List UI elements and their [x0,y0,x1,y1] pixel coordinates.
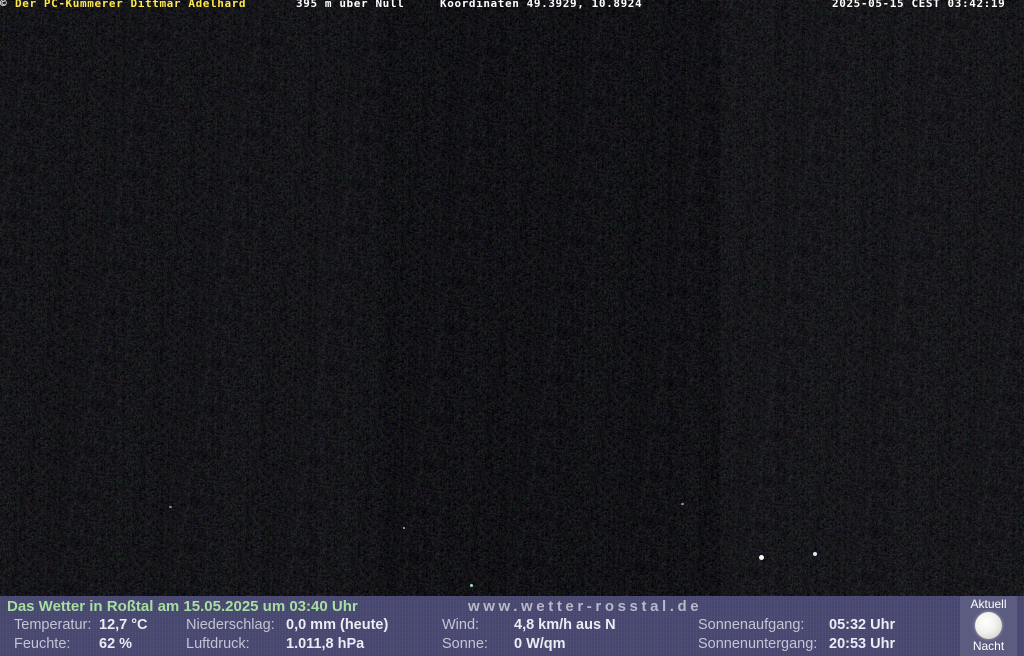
wind-label: Wind: [442,617,480,633]
weather-title: Das Wetter in Roßtal am 15.05.2025 um 03… [7,598,358,615]
moon-bottom-label: Nacht [972,639,1005,653]
distant-light [813,552,817,556]
distant-light [759,555,764,560]
sunrise-label: Sonnenaufgang: [698,617,805,633]
precipitation-value: 0,0 mm (heute) [286,617,389,633]
copyright-symbol: © [0,0,8,10]
camera-info-bar: © Der PC-Kümmerer Dittmar Adelhard 395 m… [0,0,1024,10]
temperature-value: 12,7 °C [99,617,148,633]
owner-credit: Der PC-Kümmerer Dittmar Adelhard [15,0,247,10]
sunset-value: 20:53 Uhr [829,636,896,652]
distant-light [470,584,473,587]
sun-label: Sonne: [442,636,488,652]
humidity-value: 62 % [99,636,133,652]
distant-light [169,506,172,508]
sun-value: 0 W/qm [514,636,566,652]
sunset-label: Sonnenuntergang: [698,636,818,652]
night-sky-noise [0,0,1024,596]
webcam-night-image: © Der PC-Kümmerer Dittmar Adelhard 395 m… [0,0,1024,656]
distant-light [681,503,684,505]
moon-phase-box: Aktuell Nacht [960,596,1017,656]
precipitation-label: Niederschlag: [186,617,275,633]
distant-light [403,527,405,529]
capture-timestamp: 2025-05-15 CEST 03:42:19 [832,0,1006,10]
temperature-label: Temperatur: [14,617,92,633]
sunrise-value: 05:32 Uhr [829,617,896,633]
wind-value: 4,8 km/h aus N [514,617,616,633]
humidity-label: Feuchte: [14,636,71,652]
moon-top-label: Aktuell [970,597,1007,611]
weather-panel: Das Wetter in Roßtal am 15.05.2025 um 03… [0,596,1024,656]
pressure-value: 1.011,8 hPa [286,636,365,652]
website-url: www.wetter-rosstal.de [468,598,703,615]
altitude-text: 395 m über Null [296,0,405,10]
coordinates-text: Koordinaten 49.3929, 10.8924 [440,0,643,10]
pressure-label: Luftdruck: [186,636,250,652]
full-moon-icon [975,612,1002,639]
